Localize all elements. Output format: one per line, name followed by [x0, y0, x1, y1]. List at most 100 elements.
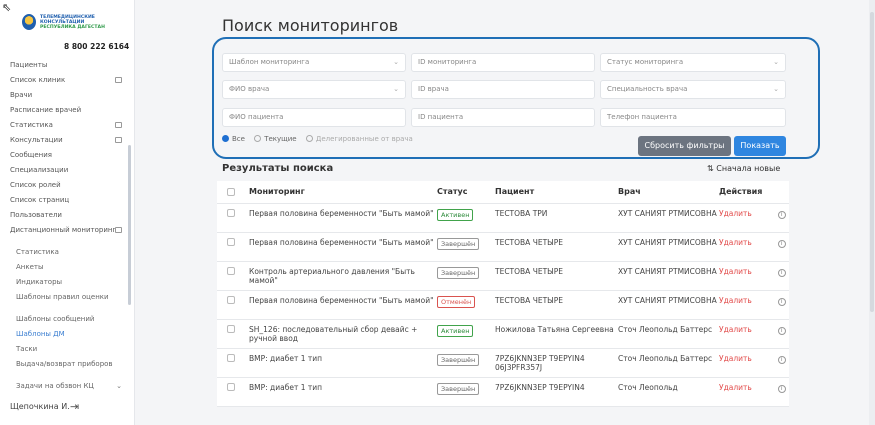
sidebar: ⇖ ТЕЛЕМЕДИЦИНСКИЕ КОНСУЛЬТАЦИИ РЕСПУБЛИК…: [0, 0, 135, 425]
sidebar-item-call-tasks[interactable]: Задачи на обзвон КЦ ⌄: [10, 379, 128, 394]
row-checkbox-cell: [217, 377, 249, 407]
sidebar-item-patients[interactable]: Пациенты: [10, 58, 128, 73]
info-icon[interactable]: i: [777, 384, 786, 393]
row-checkbox[interactable]: [227, 295, 235, 304]
sidebar-item-rule-templates[interactable]: Шаблоны правил оценки: [10, 290, 128, 312]
row-checkbox[interactable]: [227, 324, 235, 333]
sidebar-item-remote-monitoring[interactable]: Дистанционный мониторинг: [10, 223, 128, 245]
sidebar-item-roles[interactable]: Список ролей: [10, 178, 128, 193]
monitoring-cell: Первая половина беременности "Быть мамой…: [249, 232, 437, 262]
sidebar-item-label: Статистика: [10, 121, 53, 129]
sidebar-item-users[interactable]: Пользователи: [10, 208, 128, 223]
radio-all[interactable]: Все: [222, 135, 245, 143]
delete-link[interactable]: Удалить: [719, 383, 752, 392]
delete-link[interactable]: Удалить: [719, 354, 752, 363]
sidebar-item-dm-statistics[interactable]: Статистика: [10, 245, 128, 260]
status-cell: Завершён: [437, 232, 495, 262]
sidebar-item-statistics[interactable]: Статистика: [10, 118, 128, 133]
logout-icon[interactable]: ⇥: [70, 400, 79, 413]
patient-cell: ТЕСТОВА ЧЕТЫРЕ: [495, 261, 618, 291]
monitoring-id-input[interactable]: ID мониторинга: [411, 53, 595, 72]
status-badge: Завершён: [437, 237, 480, 250]
header-status: Статус: [437, 181, 495, 204]
delete-link[interactable]: Удалить: [719, 267, 752, 276]
sidebar-item-pages[interactable]: Список страниц: [10, 193, 128, 208]
sidebar-item-consultations[interactable]: Консультации: [10, 133, 128, 148]
actions-cell: Удалить i: [719, 261, 789, 291]
header-actions: Действия: [719, 181, 789, 204]
row-checkbox[interactable]: [227, 353, 235, 362]
folder-icon: [115, 137, 122, 143]
reset-filters-button[interactable]: Сбросить фильтры: [638, 136, 731, 156]
folder-icon: [115, 227, 122, 233]
show-button[interactable]: Показать: [734, 136, 786, 156]
row-checkbox[interactable]: [227, 266, 235, 275]
info-icon[interactable]: i: [777, 210, 786, 219]
table-row[interactable]: BMP: диабет 1 тип Завершён 7PZ6JKNN3EP T9E…: [217, 377, 789, 407]
sort-icon: ⇅: [707, 164, 714, 173]
sidebar-item-device-issue[interactable]: Выдача/возврат приборов: [10, 357, 128, 379]
sidebar-item-specializations[interactable]: Специализации: [10, 163, 128, 178]
info-icon[interactable]: i: [777, 355, 786, 364]
doctor-specialty-select[interactable]: Специальность врача ⌄: [600, 80, 786, 99]
template-select[interactable]: Шаблон мониторинга ⌄: [222, 53, 406, 72]
main-scrollbar[interactable]: [869, 0, 875, 425]
patient-id-input[interactable]: ID пациента: [411, 108, 595, 127]
sidebar-item-label: Список клиник: [10, 76, 66, 84]
sidebar-item-doctors[interactable]: Врачи: [10, 88, 128, 103]
actions-cell: Удалить i: [719, 290, 789, 320]
sidebar-item-tasks[interactable]: Таски: [10, 342, 128, 357]
monitoring-cell: BMP: диабет 1 тип: [249, 377, 437, 407]
folder-icon: [115, 77, 122, 83]
scrollbar-thumb[interactable]: [870, 12, 874, 312]
sidebar-item-messages[interactable]: Сообщения: [10, 148, 128, 163]
info-icon[interactable]: i: [777, 239, 786, 248]
row-checkbox[interactable]: [227, 237, 235, 246]
radio-delegated[interactable]: Делегированные от врача: [305, 135, 413, 143]
table-row[interactable]: Первая половина беременности "Быть мамой…: [217, 290, 789, 320]
table-row[interactable]: Первая половина беременности "Быть мамой…: [217, 203, 789, 233]
table-row[interactable]: Контроль артериального давления "Быть ма…: [217, 261, 789, 291]
sidebar-item-message-templates[interactable]: Шаблоны сообщений: [10, 312, 128, 327]
delete-link[interactable]: Удалить: [719, 325, 752, 334]
sidebar-scrollbar[interactable]: [128, 145, 131, 305]
monitoring-cell: Первая половина беременности "Быть мамой…: [249, 290, 437, 320]
sidebar-item-clinics[interactable]: Список клиник: [10, 73, 128, 88]
doctor-name-placeholder: ФИО врача: [229, 85, 270, 93]
doctor-name-select[interactable]: ФИО врача ⌄: [222, 80, 406, 99]
actions-cell: Удалить i: [719, 348, 789, 378]
logo-emblem-icon: [22, 14, 36, 30]
delete-link[interactable]: Удалить: [719, 296, 752, 305]
info-icon[interactable]: i: [777, 268, 786, 277]
sidebar-item-dm-templates[interactable]: Шаблоны ДМ: [10, 327, 128, 342]
status-badge: Активен: [437, 208, 474, 221]
status-select[interactable]: Статус мониторинга ⌄: [600, 53, 786, 72]
table-row[interactable]: Первая половина беременности "Быть мамой…: [217, 232, 789, 262]
row-checkbox[interactable]: [227, 208, 235, 217]
patient-name-input[interactable]: ФИО пациента: [222, 108, 406, 127]
sidebar-item-indicators[interactable]: Индикаторы: [10, 275, 128, 290]
sidebar-item-schedule[interactable]: Расписание врачей: [10, 103, 128, 118]
sidebar-item-questionnaires[interactable]: Анкеты: [10, 260, 128, 275]
row-checkbox[interactable]: [227, 382, 235, 391]
status-cell: Завершён: [437, 377, 495, 407]
row-checkbox-cell: [217, 319, 249, 349]
info-icon[interactable]: i: [777, 326, 786, 335]
radio-current[interactable]: Текущие: [254, 135, 297, 143]
logo-line-3: РЕСПУБЛИКА ДАГЕСТАН: [40, 25, 105, 31]
table-row[interactable]: SH_126: последовательный сбор девайс + р…: [217, 319, 789, 349]
doctor-id-input[interactable]: ID врача: [411, 80, 595, 99]
logo-text: ТЕЛЕМЕДИЦИНСКИЕ КОНСУЛЬТАЦИИ РЕСПУБЛИКА …: [40, 15, 105, 31]
actions-cell: Удалить i: [719, 377, 789, 407]
delete-link[interactable]: Удалить: [719, 209, 752, 218]
actions-cell: Удалить i: [719, 203, 789, 233]
select-all-checkbox[interactable]: [227, 187, 235, 196]
doctor-cell: ХУТ САНИЯТ РТМИСОВНА: [618, 232, 719, 262]
status-badge: Завершён: [437, 353, 480, 366]
table-row[interactable]: BMP: диабет 1 тип Завершён 7PZ6JKNN3EP T9E…: [217, 348, 789, 378]
sort-toggle[interactable]: ⇅ Сначала новые: [707, 164, 780, 173]
delete-link[interactable]: Удалить: [719, 238, 752, 247]
info-icon[interactable]: i: [777, 297, 786, 306]
patient-phone-input[interactable]: Телефон пациента: [600, 108, 786, 127]
page-title: Поиск мониторингов: [222, 16, 399, 35]
